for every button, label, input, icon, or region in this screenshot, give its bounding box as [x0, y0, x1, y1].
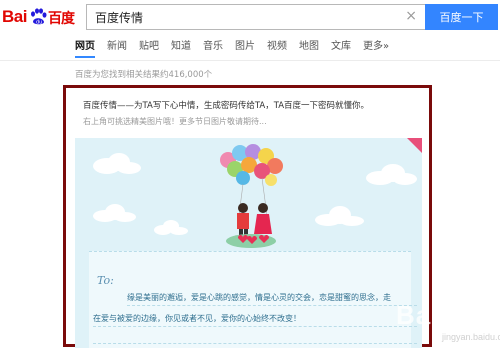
letter-line-2: 在爱与被爱的边缘，你见或者不见，爱你的心始终不改变！ [93, 313, 417, 327]
search-input[interactable] [95, 9, 395, 25]
baidu-logo[interactable]: Bai du 百度 [2, 7, 78, 29]
letter-line-1: 缘是美丽的邂逅，爱是心跳的感觉，情是心灵的交会，恋是甜蜜的思念，走 [127, 292, 417, 306]
logo-text-baidu-cn: 百度 [48, 11, 75, 27]
clear-icon[interactable]: × [405, 8, 417, 24]
heart-basket-icon [226, 234, 276, 248]
tab-web[interactable]: 网页 [75, 40, 95, 58]
tab-music[interactable]: 音乐 [203, 40, 223, 58]
card-title[interactable]: 百度传情——为TA写下心中情，生成密码传给TA，TA百度一下密码就懂你。 [83, 99, 369, 111]
love-letter-illustration: To: 缘是美丽的邂逅，爱是心跳的感觉，情是心灵的交会，恋是甜蜜的思念，走 在爱… [75, 138, 422, 348]
letter-paper: To: 缘是美丽的邂逅，爱是心跳的感觉，情是心灵的交会，恋是甜蜜的思念，走 在爱… [89, 251, 417, 348]
tabs-divider [0, 60, 500, 61]
search-box: × [86, 4, 426, 30]
baidu-jingyan-watermark: Bai jingyan.baidu.com [382, 292, 500, 349]
tab-more[interactable]: 更多» [363, 40, 389, 58]
tab-tieba[interactable]: 贴吧 [139, 40, 159, 58]
tab-zhidao[interactable]: 知道 [171, 40, 191, 58]
search-tabs: 网页 新闻 贴吧 知道 音乐 图片 视频 地图 文库 更多» [75, 40, 401, 62]
tab-images[interactable]: 图片 [235, 40, 255, 58]
svg-text:du: du [36, 20, 42, 26]
picture-picker-corner [407, 138, 422, 153]
tab-video[interactable]: 视频 [267, 40, 287, 58]
letter-line-3 [93, 334, 417, 344]
search-button[interactable]: 百度一下 [425, 4, 498, 30]
to-label: To: [97, 274, 114, 287]
tab-news[interactable]: 新闻 [107, 40, 127, 58]
paw-icon: du [31, 8, 47, 26]
card-subtitle: 右上角可挑选精美图片哦！更多节日图片敬请期待... [83, 117, 267, 126]
tab-map[interactable]: 地图 [299, 40, 319, 58]
watermark-url: jingyan.baidu.com [442, 332, 500, 342]
baidu-chuanqing-card: 百度传情——为TA写下心中情，生成密码传给TA，TA百度一下密码就懂你。 右上角… [63, 85, 432, 348]
couple-icon [237, 203, 272, 237]
balloons-icon [220, 144, 283, 224]
watermark-text: Bai [396, 300, 440, 330]
logo-text-bai: Bai [2, 7, 27, 26]
result-count: 百度为您找到相关结果约416,000个 [75, 70, 213, 80]
tab-wenku[interactable]: 文库 [331, 40, 351, 58]
